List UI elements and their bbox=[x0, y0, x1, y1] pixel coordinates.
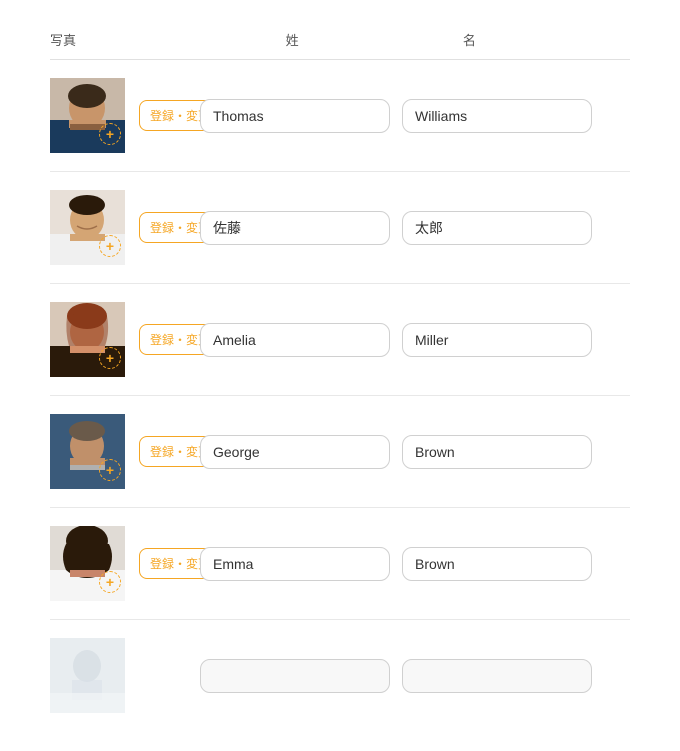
first-name-input[interactable] bbox=[402, 547, 592, 581]
table-row: 登録・変更 bbox=[50, 60, 630, 172]
face-detection-dot bbox=[99, 459, 121, 481]
header-last-name: 姓 bbox=[286, 30, 453, 49]
fields-area bbox=[200, 659, 630, 693]
header-photo: 写真 bbox=[50, 30, 167, 49]
photo-wrapper bbox=[50, 190, 125, 265]
first-name-input[interactable] bbox=[402, 435, 592, 469]
photo-wrapper bbox=[50, 526, 125, 601]
table-row: 登録・変更 bbox=[50, 284, 630, 396]
last-name-input[interactable] bbox=[200, 323, 390, 357]
first-name-input[interactable] bbox=[402, 323, 592, 357]
first-name-input[interactable] bbox=[402, 99, 592, 133]
photo-wrapper bbox=[50, 78, 125, 153]
face-detection-dot bbox=[99, 235, 121, 257]
table-row: 登録・変更 bbox=[50, 172, 630, 284]
face-detection-dot bbox=[99, 347, 121, 369]
photo-area bbox=[50, 638, 190, 713]
last-name-input[interactable] bbox=[200, 547, 390, 581]
first-name-input[interactable] bbox=[402, 659, 592, 693]
photo-wrapper bbox=[50, 638, 125, 713]
fields-area bbox=[200, 547, 630, 581]
photo-area: 登録・変更 bbox=[50, 190, 190, 265]
header-first-name: 名 bbox=[463, 30, 630, 49]
last-name-input[interactable] bbox=[200, 99, 390, 133]
first-name-input[interactable] bbox=[402, 211, 592, 245]
face-detection-dot bbox=[99, 123, 121, 145]
last-name-input[interactable] bbox=[200, 435, 390, 469]
main-container: 写真 姓 名 登録・変更 bbox=[0, 0, 680, 751]
face-detection-dot bbox=[99, 571, 121, 593]
fields-area bbox=[200, 99, 630, 133]
fields-area bbox=[200, 323, 630, 357]
photo-area: 登録・変更 bbox=[50, 414, 190, 489]
table-header: 写真 姓 名 bbox=[50, 30, 630, 60]
fields-area bbox=[200, 211, 630, 245]
photo-wrapper bbox=[50, 414, 125, 489]
table-row: 登録・変更 bbox=[50, 396, 630, 508]
fields-area bbox=[200, 435, 630, 469]
persons-list: 登録・変更 登録・変更 bbox=[50, 60, 630, 731]
last-name-input[interactable] bbox=[200, 211, 390, 245]
photo-area: 登録・変更 bbox=[50, 526, 190, 601]
last-name-input[interactable] bbox=[200, 659, 390, 693]
table-row: 登録・変更 bbox=[50, 508, 630, 620]
table-row bbox=[50, 620, 630, 731]
photo-area: 登録・変更 bbox=[50, 78, 190, 153]
photo-area: 登録・変更 bbox=[50, 302, 190, 377]
photo-wrapper bbox=[50, 302, 125, 377]
